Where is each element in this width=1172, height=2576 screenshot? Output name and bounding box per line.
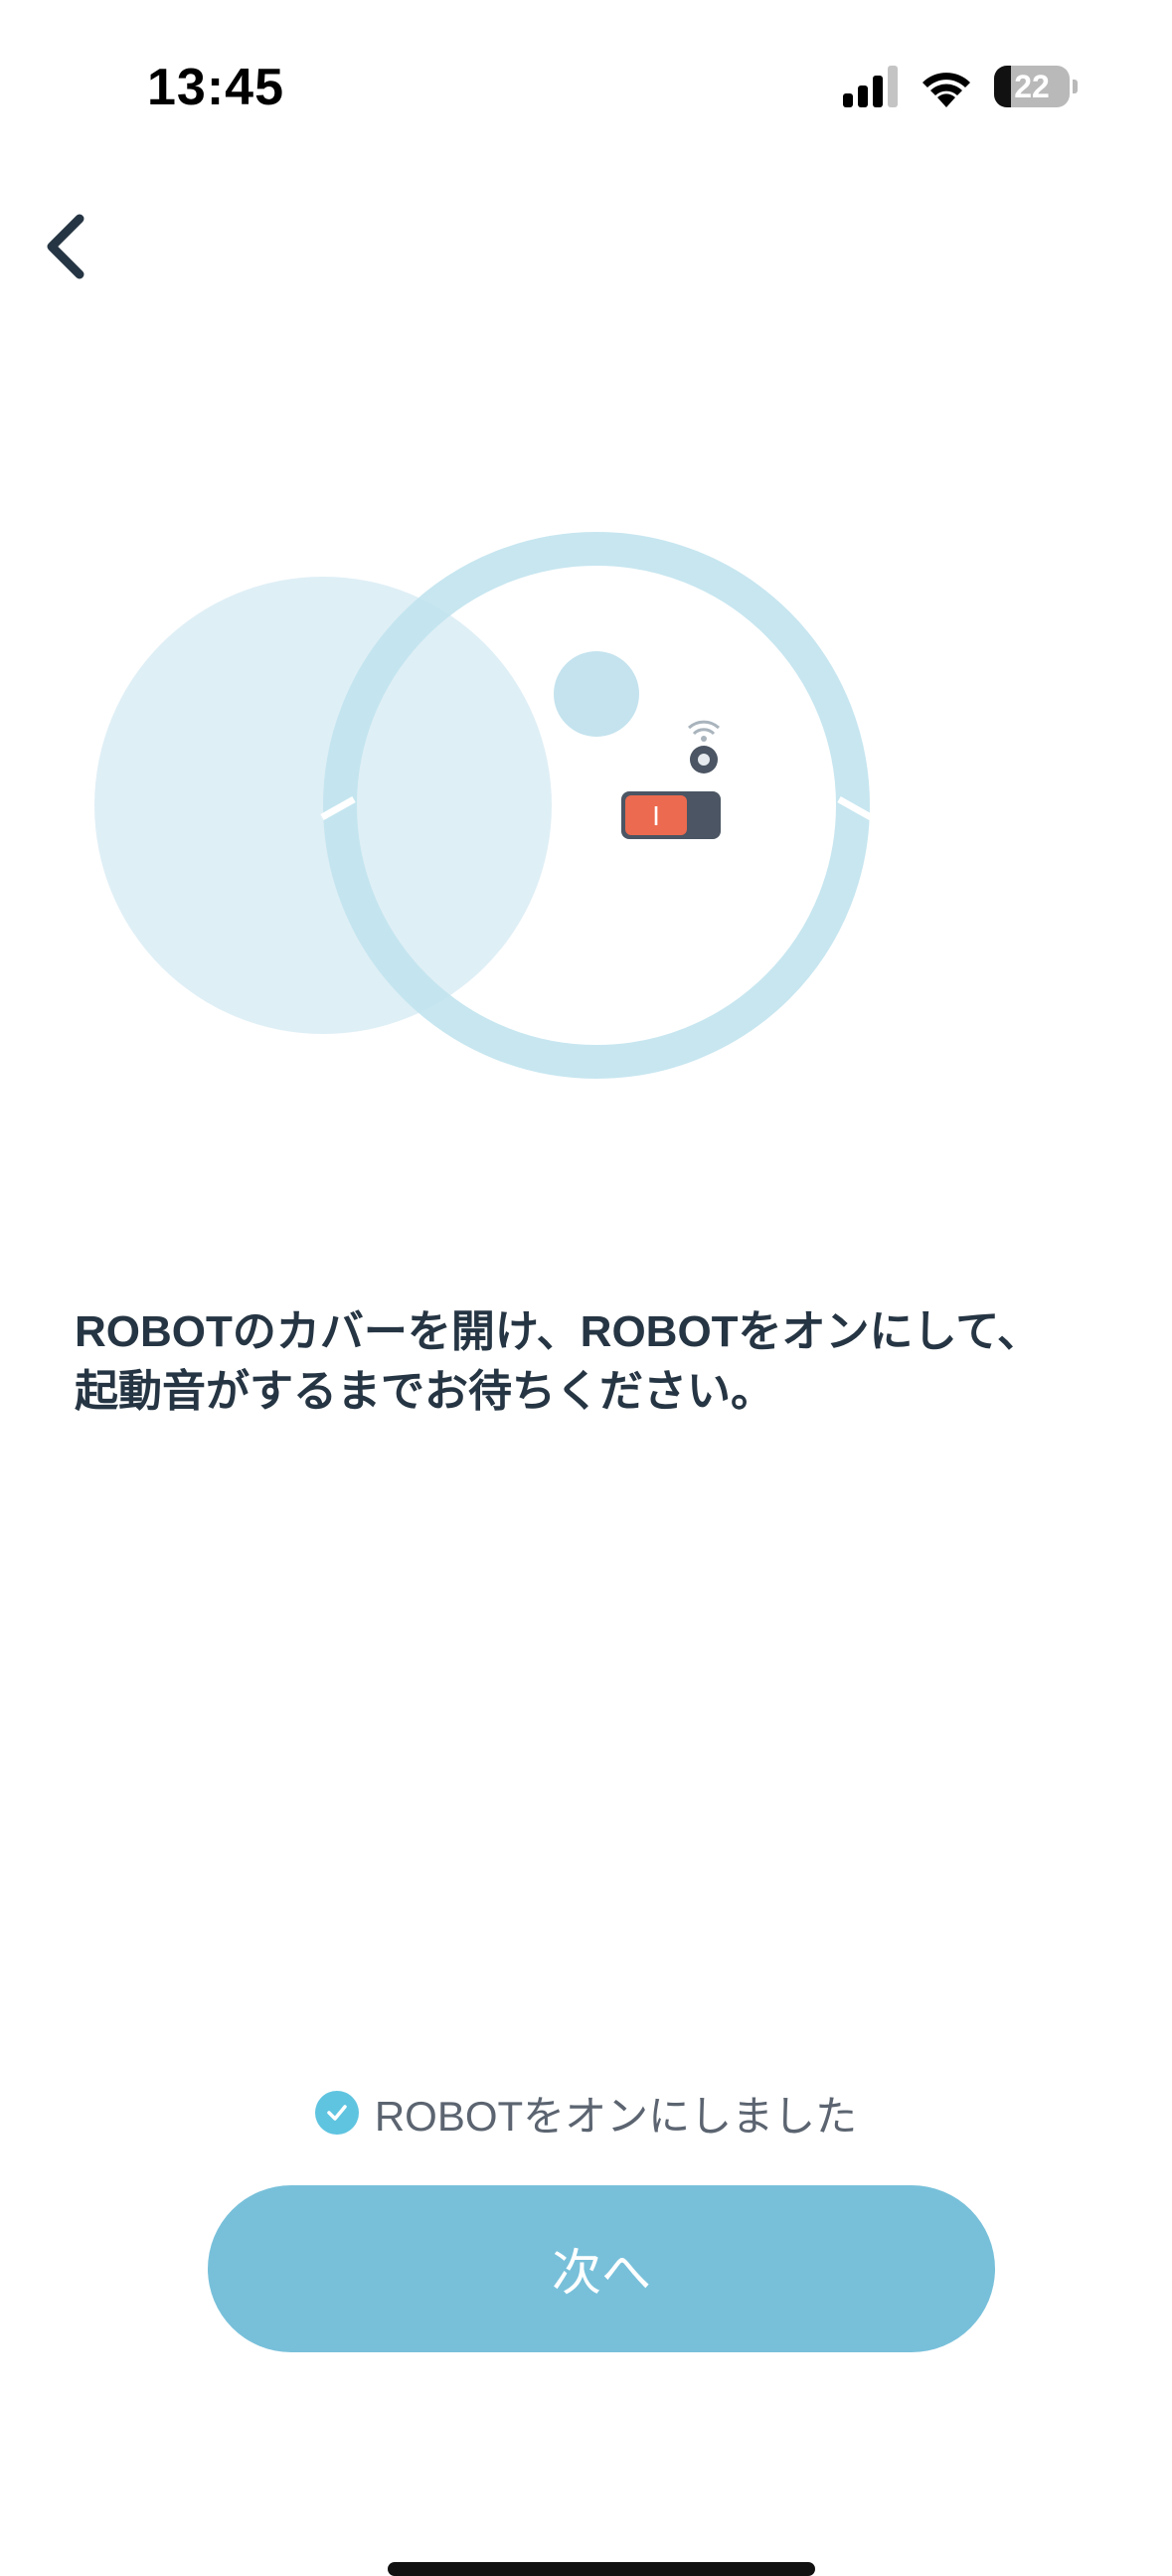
battery-icon: 22	[994, 66, 1078, 107]
power-switch-label: I	[652, 800, 660, 831]
battery-level: 22	[1014, 69, 1050, 104]
robot-illustration: I	[94, 532, 873, 1079]
wifi-small-icon	[687, 720, 721, 742]
robot-button	[554, 651, 639, 737]
confirm-label: ROBOTをオンにしました	[374, 2092, 858, 2140]
check-circle-icon	[314, 2091, 359, 2135]
status-time: 13:45	[147, 59, 284, 116]
status-bar: 13:45 22	[0, 0, 1172, 179]
back-button[interactable]	[30, 199, 109, 288]
wifi-icon	[922, 73, 970, 107]
next-button[interactable]: 次へ	[208, 2185, 995, 2352]
home-indicator	[388, 2562, 815, 2576]
chevron-left-icon	[47, 214, 84, 279]
instruction-text: ROBOTのカバーを開け、ROBOTをオンにして、起動音がするまでお待ちください…	[75, 1307, 1042, 1416]
signal-icon	[843, 66, 898, 107]
confirm-checkbox[interactable]: ROBOTをオンにしました	[0, 2083, 1172, 2143]
